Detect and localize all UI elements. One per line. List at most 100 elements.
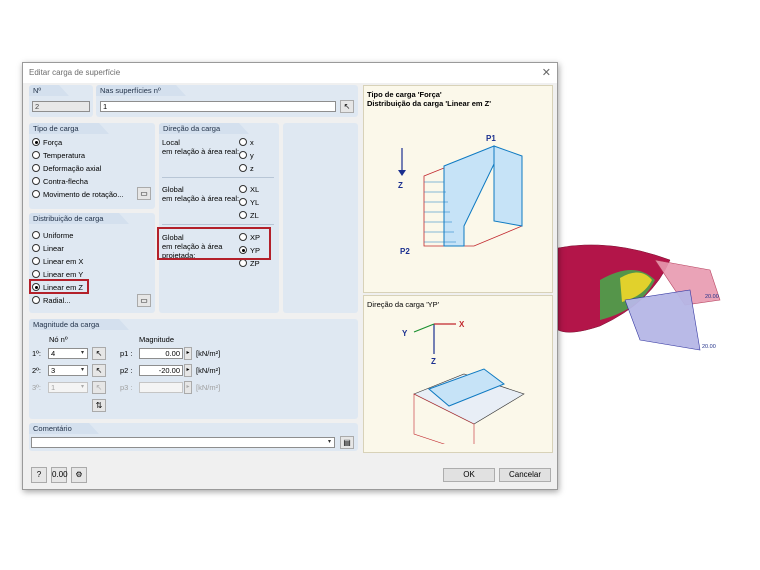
rotary-motion-settings-button[interactable]: ▭ — [137, 187, 151, 200]
row-3-node-select[interactable]: 1 ▾ — [48, 382, 88, 393]
units-icon[interactable]: 0.00 — [51, 467, 68, 483]
p1-label: P1 — [486, 134, 496, 143]
global-xl-label: XL — [250, 185, 260, 194]
radio-local-x[interactable] — [239, 138, 247, 146]
row-1-unit: [kN/m²] — [196, 349, 221, 358]
comment-library-button[interactable]: ▤ — [340, 436, 354, 449]
local-x-label: x — [250, 138, 254, 147]
highlight-linear-z — [29, 279, 89, 294]
distribution-label-linear-x: Linear em X — [43, 257, 84, 266]
pick-surface-button[interactable]: ↖ — [340, 100, 354, 113]
radio-force[interactable] — [32, 138, 40, 146]
row-2-stepper[interactable]: ▸ — [184, 364, 192, 377]
add-node-button[interactable]: ⇅ — [92, 399, 106, 412]
radio-precamber[interactable] — [32, 177, 40, 185]
linear-z-load-diagram: Z P1 P2 — [398, 134, 523, 256]
z-arrow-head — [398, 170, 406, 176]
distribution-label-radial: Radial... — [43, 296, 71, 305]
radio-local-y[interactable] — [239, 151, 247, 159]
row-2-index: 2º: — [32, 366, 41, 375]
radio-local-z[interactable] — [239, 164, 247, 172]
radio-global-xl[interactable] — [239, 185, 247, 193]
close-icon[interactable]: ✕ — [542, 66, 551, 79]
cancel-button[interactable]: Cancelar — [499, 468, 551, 482]
chevron-down-icon: ▾ — [80, 367, 84, 373]
load-trapezoid-back — [493, 145, 523, 227]
x-axis-label: X — [459, 320, 465, 329]
row-3-magnitude-input[interactable] — [139, 382, 183, 393]
row-1-node-value: 4 — [51, 349, 56, 358]
load-type-label-rotary-motion: Movimento de rotação... — [43, 190, 124, 199]
row-1-magnitude-input[interactable]: 0.00 — [139, 348, 183, 359]
info-line-1: Tipo de carga 'Força' — [367, 90, 442, 99]
row-1-stepper[interactable]: ▸ — [184, 347, 192, 360]
global-yl-label: YL — [250, 198, 260, 207]
row-3-unit: [kN/m²] — [196, 383, 221, 392]
row-3-stepper[interactable]: ▸ — [184, 381, 192, 394]
global-zl-label: ZL — [250, 211, 259, 220]
local-z-label: z — [250, 164, 254, 173]
distribution-label-linear: Linear — [43, 244, 64, 253]
node-header: Nó nº — [49, 335, 68, 344]
load-info-panel: Tipo de carga 'Força' Distribuição da ca… — [363, 85, 553, 293]
radio-projected-zp[interactable] — [239, 259, 247, 267]
row-3-pick-node-button[interactable]: ↖ — [92, 381, 106, 394]
number-label: Nº — [29, 85, 69, 96]
row-2-node-value: 3 — [51, 366, 56, 375]
load-trapezoid-front — [443, 145, 495, 247]
direction-panel-title: Direção da carga 'YP' — [367, 300, 440, 309]
load-type-title: Tipo de carga — [29, 123, 109, 134]
z-axis-label: Z — [398, 181, 403, 190]
projected-zp-label: ZP — [250, 259, 260, 268]
load-type-label-force: Força — [43, 138, 63, 147]
edit-surface-load-dialog: Editar carga de superfície ✕ Nº 2 Nas su… — [22, 62, 558, 490]
background-3d-model: 20.00 20.00 — [557, 244, 721, 351]
row-1-pick-node-button[interactable]: ↖ — [92, 347, 106, 360]
row-2-p-label: p2 : — [120, 366, 133, 375]
comment-input[interactable]: ▾ — [31, 437, 335, 448]
info-line-2: Distribuição da carga 'Linear em Z' — [367, 99, 492, 108]
load-direction-group: Direção da carga Local em relação à área… — [159, 123, 279, 313]
empty-group — [283, 123, 358, 313]
radio-linear-x[interactable] — [32, 257, 40, 265]
chevron-down-icon: ▾ — [80, 350, 84, 356]
row-2-pick-node-button[interactable]: ↖ — [92, 364, 106, 377]
local-y-label: y — [250, 151, 254, 160]
global-label: Global em relação à área real: — [162, 185, 240, 203]
local-label: Local em relação à área real: — [162, 138, 240, 156]
radio-global-yl[interactable] — [239, 198, 247, 206]
y-axis-label: Y — [402, 329, 408, 338]
load-type-group: Tipo de carga Força Temperatura Deformaç… — [29, 123, 155, 209]
row-1-p-label: p1 : — [120, 349, 133, 358]
row-2-node-select[interactable]: 3 ▾ — [48, 365, 88, 376]
settings-icon[interactable]: ⚙ — [71, 467, 87, 483]
model-label-b: 20.00 — [702, 344, 716, 350]
divider — [162, 177, 274, 178]
radio-global-zl[interactable] — [239, 211, 247, 219]
comment-group: Comentário ▾ ▤ — [29, 423, 358, 451]
load-direction-title: Direção da carga — [159, 123, 249, 134]
number-field[interactable]: 2 — [32, 101, 90, 112]
chevron-down-icon: ▾ — [327, 439, 331, 445]
radio-uniform[interactable] — [32, 231, 40, 239]
chevron-down-icon: ▾ — [80, 384, 84, 390]
radio-radial[interactable] — [32, 296, 40, 304]
radio-rotary-motion[interactable] — [32, 190, 40, 198]
help-icon[interactable]: ? — [31, 467, 47, 483]
y-axis-line — [413, 323, 435, 333]
row-1-node-select[interactable]: 4 ▾ — [48, 348, 88, 359]
surfaces-field[interactable]: 1 — [100, 101, 336, 112]
number-group: Nº 2 — [29, 85, 93, 117]
ok-button[interactable]: OK — [443, 468, 495, 482]
highlight-projected-direction — [157, 227, 271, 260]
radio-axial-strain[interactable] — [32, 164, 40, 172]
distribution-label-uniform: Uniforme — [43, 231, 74, 240]
radio-linear-y[interactable] — [32, 270, 40, 278]
magnitude-title: Magnitude da carga — [29, 319, 129, 330]
p2-label: P2 — [400, 247, 410, 256]
radio-temperature[interactable] — [32, 151, 40, 159]
radio-linear[interactable] — [32, 244, 40, 252]
radial-settings-button[interactable]: ▭ — [137, 294, 151, 307]
row-3-index: 3º: — [32, 383, 41, 392]
row-2-magnitude-input[interactable]: -20.00 — [139, 365, 183, 376]
